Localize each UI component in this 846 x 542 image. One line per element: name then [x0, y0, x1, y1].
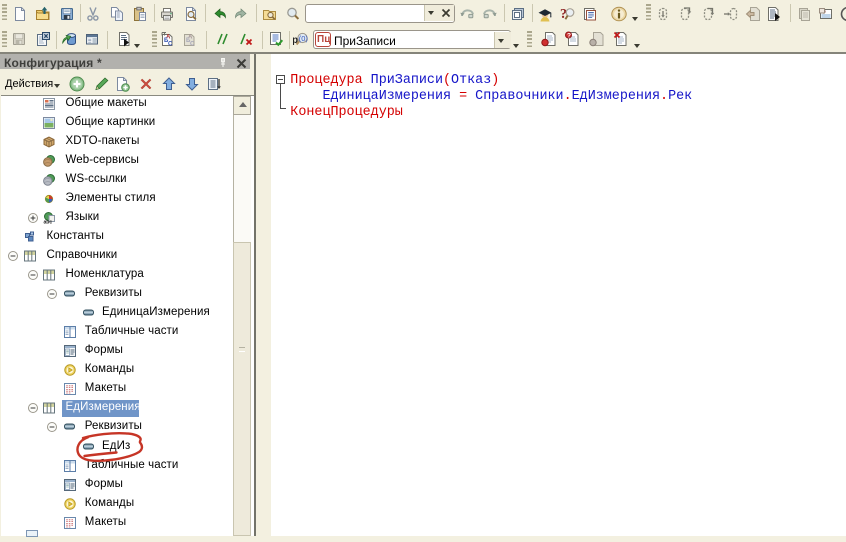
svg-text:abc: abc	[44, 219, 53, 224]
svg-text:С: С	[168, 42, 173, 48]
svg-text:С: С	[190, 42, 195, 48]
svg-text:(0): (0)	[299, 34, 309, 43]
svg-text:?: ?	[567, 32, 571, 39]
svg-text:?: ?	[560, 7, 567, 22]
